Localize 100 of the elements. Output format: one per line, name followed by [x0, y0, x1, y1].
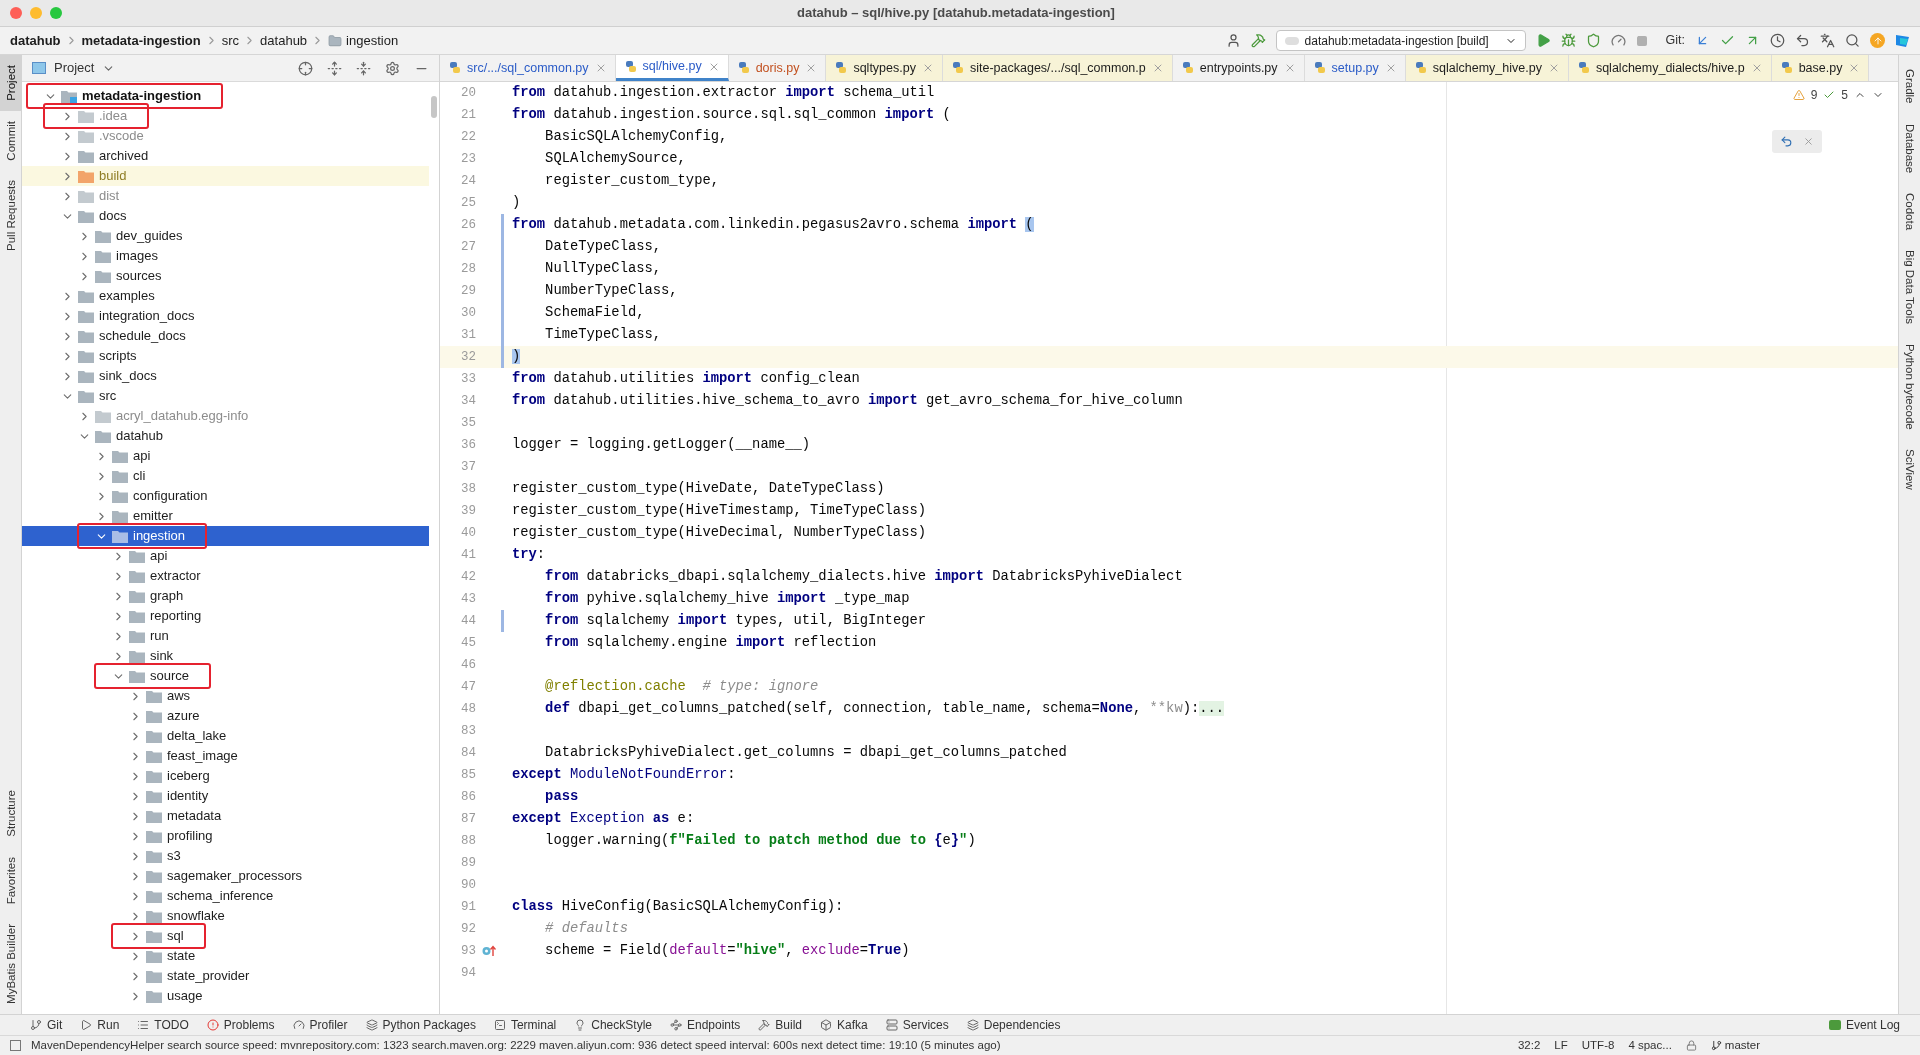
tree-item[interactable]: metadata-ingestion	[22, 86, 429, 106]
tool-window-tab[interactable]: Python Packages	[365, 1016, 476, 1034]
tree-item[interactable]: state_provider	[22, 966, 429, 986]
tree-item[interactable]: aws	[22, 686, 429, 706]
tree-item[interactable]: configuration	[22, 486, 429, 506]
tree-item[interactable]: examples	[22, 286, 429, 306]
tool-window-tab[interactable]: TODO	[137, 1016, 189, 1034]
tool-window-button[interactable]: Project	[0, 55, 22, 111]
panel-title[interactable]: Project	[54, 58, 95, 78]
editor-tab[interactable]: sqlalchemy_dialects/hive.p	[1568, 55, 1772, 81]
tree-item[interactable]: schema_inference	[22, 886, 429, 906]
tree-item[interactable]: metadata	[22, 806, 429, 826]
editor-tab[interactable]: site-packages/.../sql_common.p	[942, 55, 1173, 81]
tool-window-tab[interactable]: CheckStyle	[574, 1016, 652, 1034]
cursor-position[interactable]: 32:2	[1517, 1036, 1541, 1055]
tool-window-tab[interactable]: Endpoints	[670, 1016, 741, 1034]
tree-item[interactable]: integration_docs	[22, 306, 429, 326]
tree-item[interactable]: profiling	[22, 826, 429, 846]
gauge-icon[interactable]	[1610, 33, 1626, 48]
collapse-all-icon[interactable]	[356, 60, 371, 76]
tree-item[interactable]: images	[22, 246, 429, 266]
tool-window-button[interactable]: Structure	[0, 780, 22, 847]
tree-item[interactable]: feast_image	[22, 746, 429, 766]
tree-item[interactable]: usage	[22, 986, 429, 1006]
tree-item[interactable]: build	[22, 166, 429, 186]
breadcrumb-item[interactable]: metadata-ingestion	[81, 30, 201, 51]
breadcrumb-item[interactable]: datahub	[260, 30, 308, 51]
indent-setting[interactable]: 4 spac...	[1628, 1036, 1672, 1055]
undo-icon[interactable]	[1795, 33, 1810, 48]
tree-item[interactable]: sagemaker_processors	[22, 866, 429, 886]
tree-item[interactable]: docs	[22, 206, 429, 226]
tool-window-button[interactable]: MyBatis Builder	[0, 914, 22, 1014]
tree-item[interactable]: reporting	[22, 606, 429, 626]
tool-window-button[interactable]: SciView	[1899, 439, 1920, 501]
hammer-icon[interactable]	[1250, 33, 1266, 48]
breadcrumb-item[interactable]: src	[221, 30, 240, 51]
check-icon[interactable]	[1823, 89, 1836, 101]
tool-window-button[interactable]: Big Data Tools	[1899, 239, 1920, 334]
tree-item[interactable]: identity	[22, 786, 429, 806]
tree-item[interactable]: schedule_docs	[22, 326, 429, 346]
editor-tab[interactable]: sqlalchemy_hive.py	[1405, 55, 1569, 81]
event-log-tab[interactable]: Event Log	[1828, 1016, 1900, 1034]
tool-window-tab[interactable]: Kafka	[820, 1016, 868, 1034]
editor-tab[interactable]: sql/hive.py	[615, 55, 729, 81]
breadcrumb-item[interactable]: datahub	[10, 30, 61, 51]
tool-window-button[interactable]: Codota	[1899, 182, 1920, 240]
breadcrumb-item[interactable]: ingestion	[346, 30, 399, 51]
tool-window-tab[interactable]: Services	[885, 1016, 949, 1034]
file-encoding[interactable]: UTF-8	[1581, 1036, 1615, 1055]
tree-item[interactable]: api	[22, 446, 429, 466]
panel-toggle-icon[interactable]	[10, 1040, 21, 1051]
logo-icon[interactable]	[1895, 33, 1910, 48]
tree-item[interactable]: iceberg	[22, 766, 429, 786]
warning-icon[interactable]	[1792, 89, 1805, 101]
tree-item[interactable]: extractor	[22, 566, 429, 586]
tool-window-tab[interactable]: Git	[30, 1016, 63, 1034]
tree-item[interactable]: sink_docs	[22, 366, 429, 386]
tree-item[interactable]: api	[22, 546, 429, 566]
tree-item[interactable]: sources	[22, 266, 429, 286]
tool-window-tab[interactable]: Terminal	[493, 1016, 557, 1034]
tree-item[interactable]: s3	[22, 846, 429, 866]
translate-icon[interactable]	[1820, 33, 1835, 48]
editor-tab[interactable]: base.py	[1771, 55, 1870, 81]
line-separator[interactable]: LF	[1554, 1036, 1568, 1055]
settings-icon[interactable]	[385, 60, 400, 76]
tree-item[interactable]: snowflake	[22, 906, 429, 926]
bug-icon[interactable]	[1560, 33, 1576, 48]
tree-item[interactable]: azure	[22, 706, 429, 726]
editor-tab[interactable]: sqltypes.py	[826, 55, 943, 81]
expand-all-icon[interactable]	[327, 60, 342, 76]
tool-window-button[interactable]: Commit	[0, 110, 22, 171]
search-icon[interactable]	[1845, 33, 1860, 48]
clock-icon[interactable]	[1770, 33, 1785, 48]
tool-window-button[interactable]: Gradle	[1899, 59, 1920, 114]
tool-window-tab[interactable]: Dependencies	[966, 1016, 1061, 1034]
tree-item[interactable]: emitter	[22, 506, 429, 526]
run-configuration-dropdown[interactable]: datahub:metadata-ingestion [build]	[1275, 30, 1526, 51]
tree-item[interactable]: dist	[22, 186, 429, 206]
close-icon[interactable]	[1803, 136, 1814, 147]
locate-icon[interactable]	[298, 60, 313, 76]
vcs-branch[interactable]: master	[1710, 1036, 1760, 1055]
tool-window-tab[interactable]: Run	[80, 1016, 120, 1034]
play-icon[interactable]	[1535, 33, 1551, 48]
tree-item[interactable]: src	[22, 386, 429, 406]
tool-window-button[interactable]: Python bytecode	[1899, 333, 1920, 440]
tool-window-tab[interactable]: Problems	[206, 1016, 275, 1034]
tree-item[interactable]: archived	[22, 146, 429, 166]
tool-window-button[interactable]: Favorites	[0, 846, 22, 915]
tree-item[interactable]: source	[22, 666, 429, 686]
tree-item[interactable]: run	[22, 626, 429, 646]
tool-window-tab[interactable]: Profiler	[292, 1016, 348, 1034]
tree-item[interactable]: scripts	[22, 346, 429, 366]
tool-window-tab[interactable]: Build	[758, 1016, 803, 1034]
scrollbar-thumb[interactable]	[431, 96, 437, 118]
tree-item[interactable]: sql	[22, 926, 429, 946]
tree-item[interactable]: acryl_datahub.egg-info	[22, 406, 429, 426]
tree-item[interactable]: delta_lake	[22, 726, 429, 746]
tool-window-button[interactable]: Pull Requests	[0, 170, 22, 262]
tree-item[interactable]: datahub	[22, 426, 429, 446]
tree-item[interactable]: graph	[22, 586, 429, 606]
